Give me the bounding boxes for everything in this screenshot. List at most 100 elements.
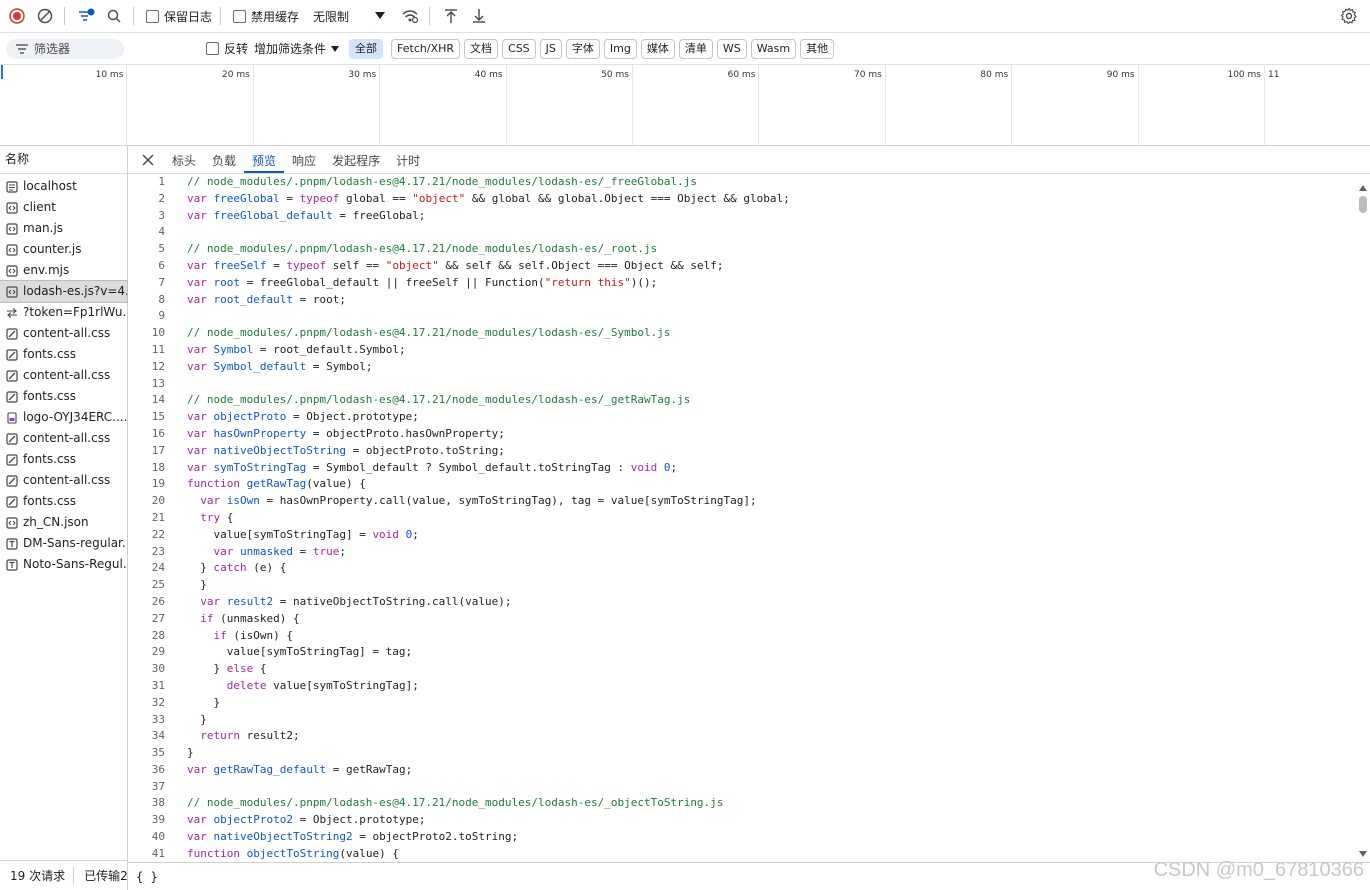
filter-chip-img[interactable]: Img (603, 38, 637, 59)
request-row[interactable]: content-all.css (0, 428, 127, 449)
line-number: 25 (151, 578, 165, 592)
invert-checkbox[interactable]: 反转 (206, 40, 248, 57)
line-number: 15 (151, 410, 165, 424)
scroll-down-icon[interactable] (1359, 846, 1367, 860)
request-row[interactable]: DM-Sans-regular... (0, 533, 127, 554)
line-number: 12 (151, 359, 165, 373)
request-row[interactable]: zh_CN.json (0, 512, 127, 533)
checkbox-box[interactable] (146, 9, 159, 23)
checkbox-box[interactable] (206, 42, 219, 55)
request-row[interactable]: counter.js (0, 239, 127, 260)
code-line: 24 } catch (e) { (128, 560, 1356, 577)
code-text: var symToStringTag = Symbol_default ? Sy… (187, 460, 678, 474)
code-text: try { (200, 510, 234, 524)
scrollbar-thumb[interactable] (1359, 196, 1367, 213)
timeline-tick-label: 40 ms (474, 70, 503, 80)
request-row[interactable]: logo-OYJ34ERC.... (0, 407, 127, 428)
script-icon (6, 285, 18, 298)
tab-preview[interactable]: 预览 (244, 146, 285, 173)
filter-chip-manifest[interactable]: 清单 (678, 38, 713, 59)
timeline-tick-label: 90 ms (1106, 70, 1135, 80)
tab-initiator[interactable]: 发起程序 (324, 146, 388, 173)
status-bar: 19 次请求 已传输2. (0, 860, 127, 890)
preserve-log-checkbox[interactable]: 保留日志 (146, 8, 212, 25)
line-number: 7 (158, 275, 165, 289)
filter-chip-media[interactable]: 媒体 (640, 38, 675, 59)
scroll-up-icon[interactable] (1359, 180, 1367, 194)
request-name: localhost (23, 179, 77, 193)
network-conditions-icon[interactable] (399, 5, 421, 27)
filter-chip-all[interactable]: 全部 (349, 38, 384, 59)
filter-chip-other[interactable]: 其他 (800, 38, 835, 59)
request-row[interactable]: client (0, 197, 127, 218)
line-number: 29 (151, 645, 165, 659)
filter-chip-css[interactable]: CSS (502, 38, 536, 59)
export-har-icon[interactable] (468, 5, 490, 27)
request-name: content-all.css (23, 326, 111, 340)
dropdown-arrow-icon (375, 9, 386, 23)
request-row[interactable]: localhost (0, 176, 127, 197)
name-column-header[interactable]: 名称 (0, 146, 127, 174)
filter-chip-wasm[interactable]: Wasm (750, 38, 797, 59)
code-text: } (187, 712, 207, 726)
vertical-scrollbar[interactable] (1356, 174, 1370, 864)
more-filters-dropdown[interactable]: 增加筛选条件 (254, 40, 340, 57)
code-line: 30 } else { (128, 661, 1356, 678)
tab-headers[interactable]: 标头 (164, 146, 204, 173)
code-text: var isOwn = hasOwnProperty.call(value, s… (200, 494, 757, 508)
clear-icon[interactable] (34, 5, 56, 27)
record-stop-icon[interactable] (6, 5, 28, 27)
filter-chip-js[interactable]: JS (539, 38, 562, 59)
request-row[interactable]: fonts.css (0, 344, 127, 365)
tab-timing[interactable]: 计时 (388, 146, 428, 173)
code-line: 2 var freeGlobal = typeof global == "obje… (128, 191, 1356, 208)
line-number: 18 (151, 460, 165, 474)
request-row[interactable]: fonts.css (0, 386, 127, 407)
css-icon (6, 390, 18, 403)
transferred-size: 已传输2. (84, 869, 127, 883)
disable-cache-checkbox[interactable]: 禁用缓存 (233, 8, 299, 25)
throttling-value: 无限制 (313, 9, 350, 24)
settings-gear-icon[interactable] (1338, 5, 1360, 27)
tab-response[interactable]: 响应 (284, 146, 324, 173)
code-line: 31 delete value[symToStringTag]; (128, 678, 1356, 695)
request-row[interactable]: lodash-es.js?v=4... (0, 280, 128, 303)
code-text: // node_modules/.pnpm/lodash-es@4.17.21/… (187, 242, 658, 256)
filter-chip-doc[interactable]: 文档 (464, 38, 499, 59)
checkbox-box[interactable] (233, 9, 247, 23)
code-text: // node_modules/.pnpm/lodash-es@4.17.21/… (187, 175, 697, 188)
filter-chip-font[interactable]: 字体 (565, 38, 600, 59)
timeline-tick-label: 60 ms (727, 70, 756, 80)
code-preview[interactable]: 1 // node_modules/.pnpm/lodash-es@4.17.21… (128, 174, 1356, 864)
filter-input[interactable]: 筛选器 (6, 38, 124, 59)
tab-payload[interactable]: 负载 (204, 146, 244, 173)
script-icon (6, 222, 18, 235)
request-row[interactable]: ?token=Fp1rlWu... (0, 302, 127, 323)
filter-toggle-icon[interactable] (75, 5, 97, 27)
line-number: 5 (158, 242, 165, 256)
request-row[interactable]: content-all.css (0, 365, 127, 386)
request-row[interactable]: content-all.css (0, 323, 127, 344)
request-row[interactable]: env.mjs (0, 260, 127, 281)
request-list: 名称 localhost client man.js counter.js env.mj… (0, 146, 128, 890)
line-number: 39 (151, 813, 165, 827)
request-row[interactable]: fonts.css (0, 491, 127, 512)
timeline-gridline: 11 (1264, 65, 1370, 145)
request-count: 19 次请求 (0, 867, 75, 884)
import-har-icon[interactable] (440, 5, 462, 27)
line-number: 34 (151, 729, 165, 743)
timeline-overview[interactable]: 10 ms 20 ms 30 ms 40 ms 50 ms 60 ms 70 ms 80 ms… (0, 65, 1370, 146)
request-name: DM-Sans-regular... (23, 536, 127, 550)
line-number: 16 (151, 426, 165, 440)
close-icon[interactable] (142, 154, 154, 166)
filter-chip-ws[interactable]: WS (716, 38, 747, 59)
request-row[interactable]: fonts.css (0, 449, 127, 470)
request-row[interactable]: content-all.css (0, 470, 127, 491)
throttling-select[interactable]: 无限制 (313, 8, 386, 25)
search-icon[interactable] (103, 5, 125, 27)
code-line: 17 var nativeObjectToString = objectProto… (128, 443, 1356, 460)
filter-chip-fetch-xhr[interactable]: Fetch/XHR (391, 38, 461, 59)
pretty-print-button[interactable]: { } (136, 870, 158, 884)
request-row[interactable]: Noto-Sans-Regul... (0, 554, 127, 575)
request-row[interactable]: man.js (0, 218, 127, 239)
